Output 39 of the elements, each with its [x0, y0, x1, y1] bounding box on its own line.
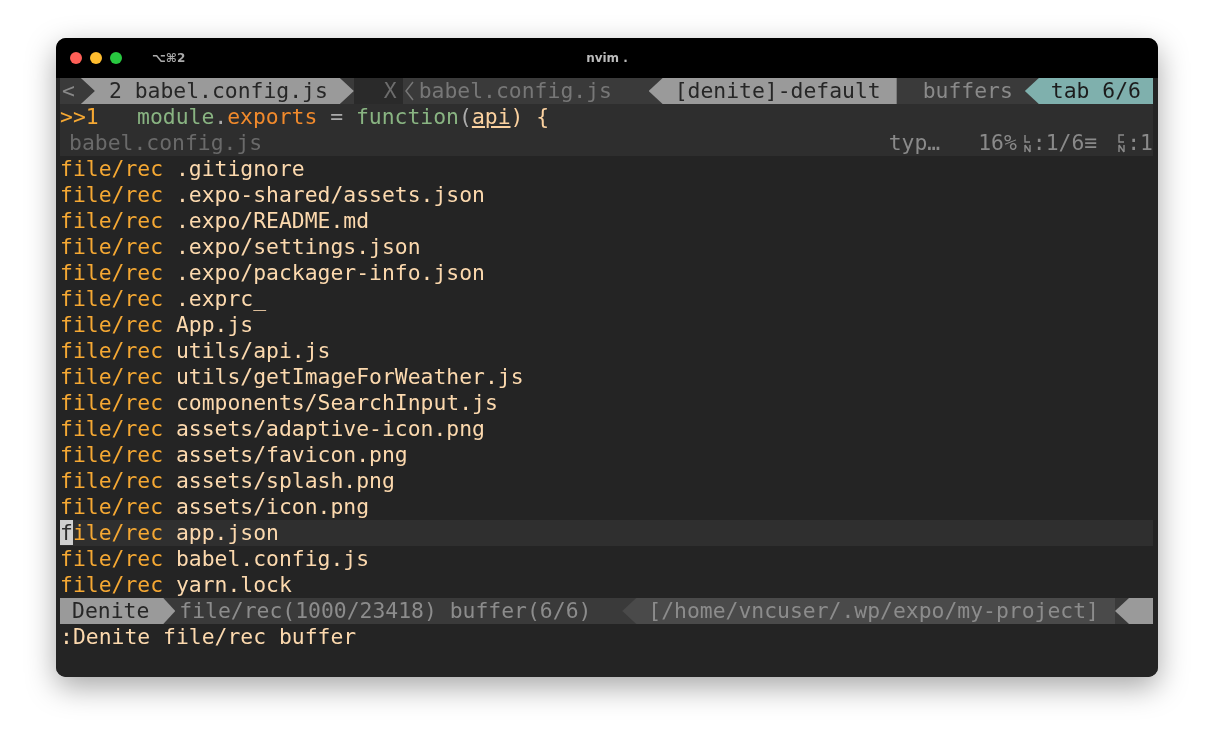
- candidate-row[interactable]: file/rec yarn.lock: [60, 572, 1153, 598]
- column-position: :1: [1127, 130, 1153, 156]
- tab[interactable]: tab 6/6: [1024, 78, 1153, 104]
- candidate-row[interactable]: file/rec app.json: [60, 520, 1153, 546]
- status-end-segment: [1115, 598, 1153, 624]
- column-icon: [1117, 132, 1128, 154]
- file-type: typ…: [888, 130, 941, 156]
- scroll-percent: 16%: [978, 130, 1017, 156]
- candidate-row[interactable]: file/rec assets/favicon.png: [60, 442, 1153, 468]
- candidate-row[interactable]: file/rec .expo/packager-info.json: [60, 260, 1153, 286]
- window-shortcut: ⌥⌘2: [152, 51, 186, 65]
- candidate-row[interactable]: file/rec utils/api.js: [60, 338, 1153, 364]
- candidate-row[interactable]: file/rec utils/getImageForWeather.js: [60, 364, 1153, 390]
- zoom-button[interactable]: [110, 52, 122, 64]
- candidate-row[interactable]: file/rec App.js: [60, 312, 1153, 338]
- code-line: module.exports = function(api) {: [137, 104, 550, 130]
- minimize-button[interactable]: [90, 52, 102, 64]
- command-line[interactable]: :Denite file/rec buffer: [60, 624, 1153, 650]
- line-number: >>1: [60, 104, 100, 130]
- candidate-row[interactable]: file/rec .gitignore: [60, 156, 1153, 182]
- tab[interactable]: 2 babel.config.js: [80, 78, 354, 104]
- window-title: nvim .: [586, 51, 628, 65]
- candidate-row[interactable]: file/rec .exprc_: [60, 286, 1153, 312]
- candidate-row[interactable]: file/rec .expo-shared/assets.json: [60, 182, 1153, 208]
- candidate-row[interactable]: file/rec assets/icon.png: [60, 494, 1153, 520]
- mode-indicator: Denite: [60, 598, 176, 624]
- close-button[interactable]: [70, 52, 82, 64]
- line-position: :1/6≡: [1032, 130, 1098, 156]
- candidate-row[interactable]: file/rec assets/splash.png: [60, 468, 1153, 494]
- tab[interactable]: [denite]-default: [648, 78, 897, 104]
- candidate-row[interactable]: file/rec .expo/settings.json: [60, 234, 1153, 260]
- candidate-row[interactable]: file/rec components/SearchInput.js: [60, 390, 1153, 416]
- candidate-row[interactable]: file/rec .expo/README.md: [60, 208, 1153, 234]
- candidate-row[interactable]: file/rec assets/adaptive-icon.png: [60, 416, 1153, 442]
- candidate-row[interactable]: file/rec babel.config.js: [60, 546, 1153, 572]
- source-status: file/rec(1000/23418) buffer(6/6): [178, 598, 592, 624]
- line-icon: [1022, 132, 1033, 154]
- directory-path: [/home/vncuser/.wp/expo/my-project]: [622, 598, 1115, 624]
- file-name: babel.config.js: [68, 130, 263, 156]
